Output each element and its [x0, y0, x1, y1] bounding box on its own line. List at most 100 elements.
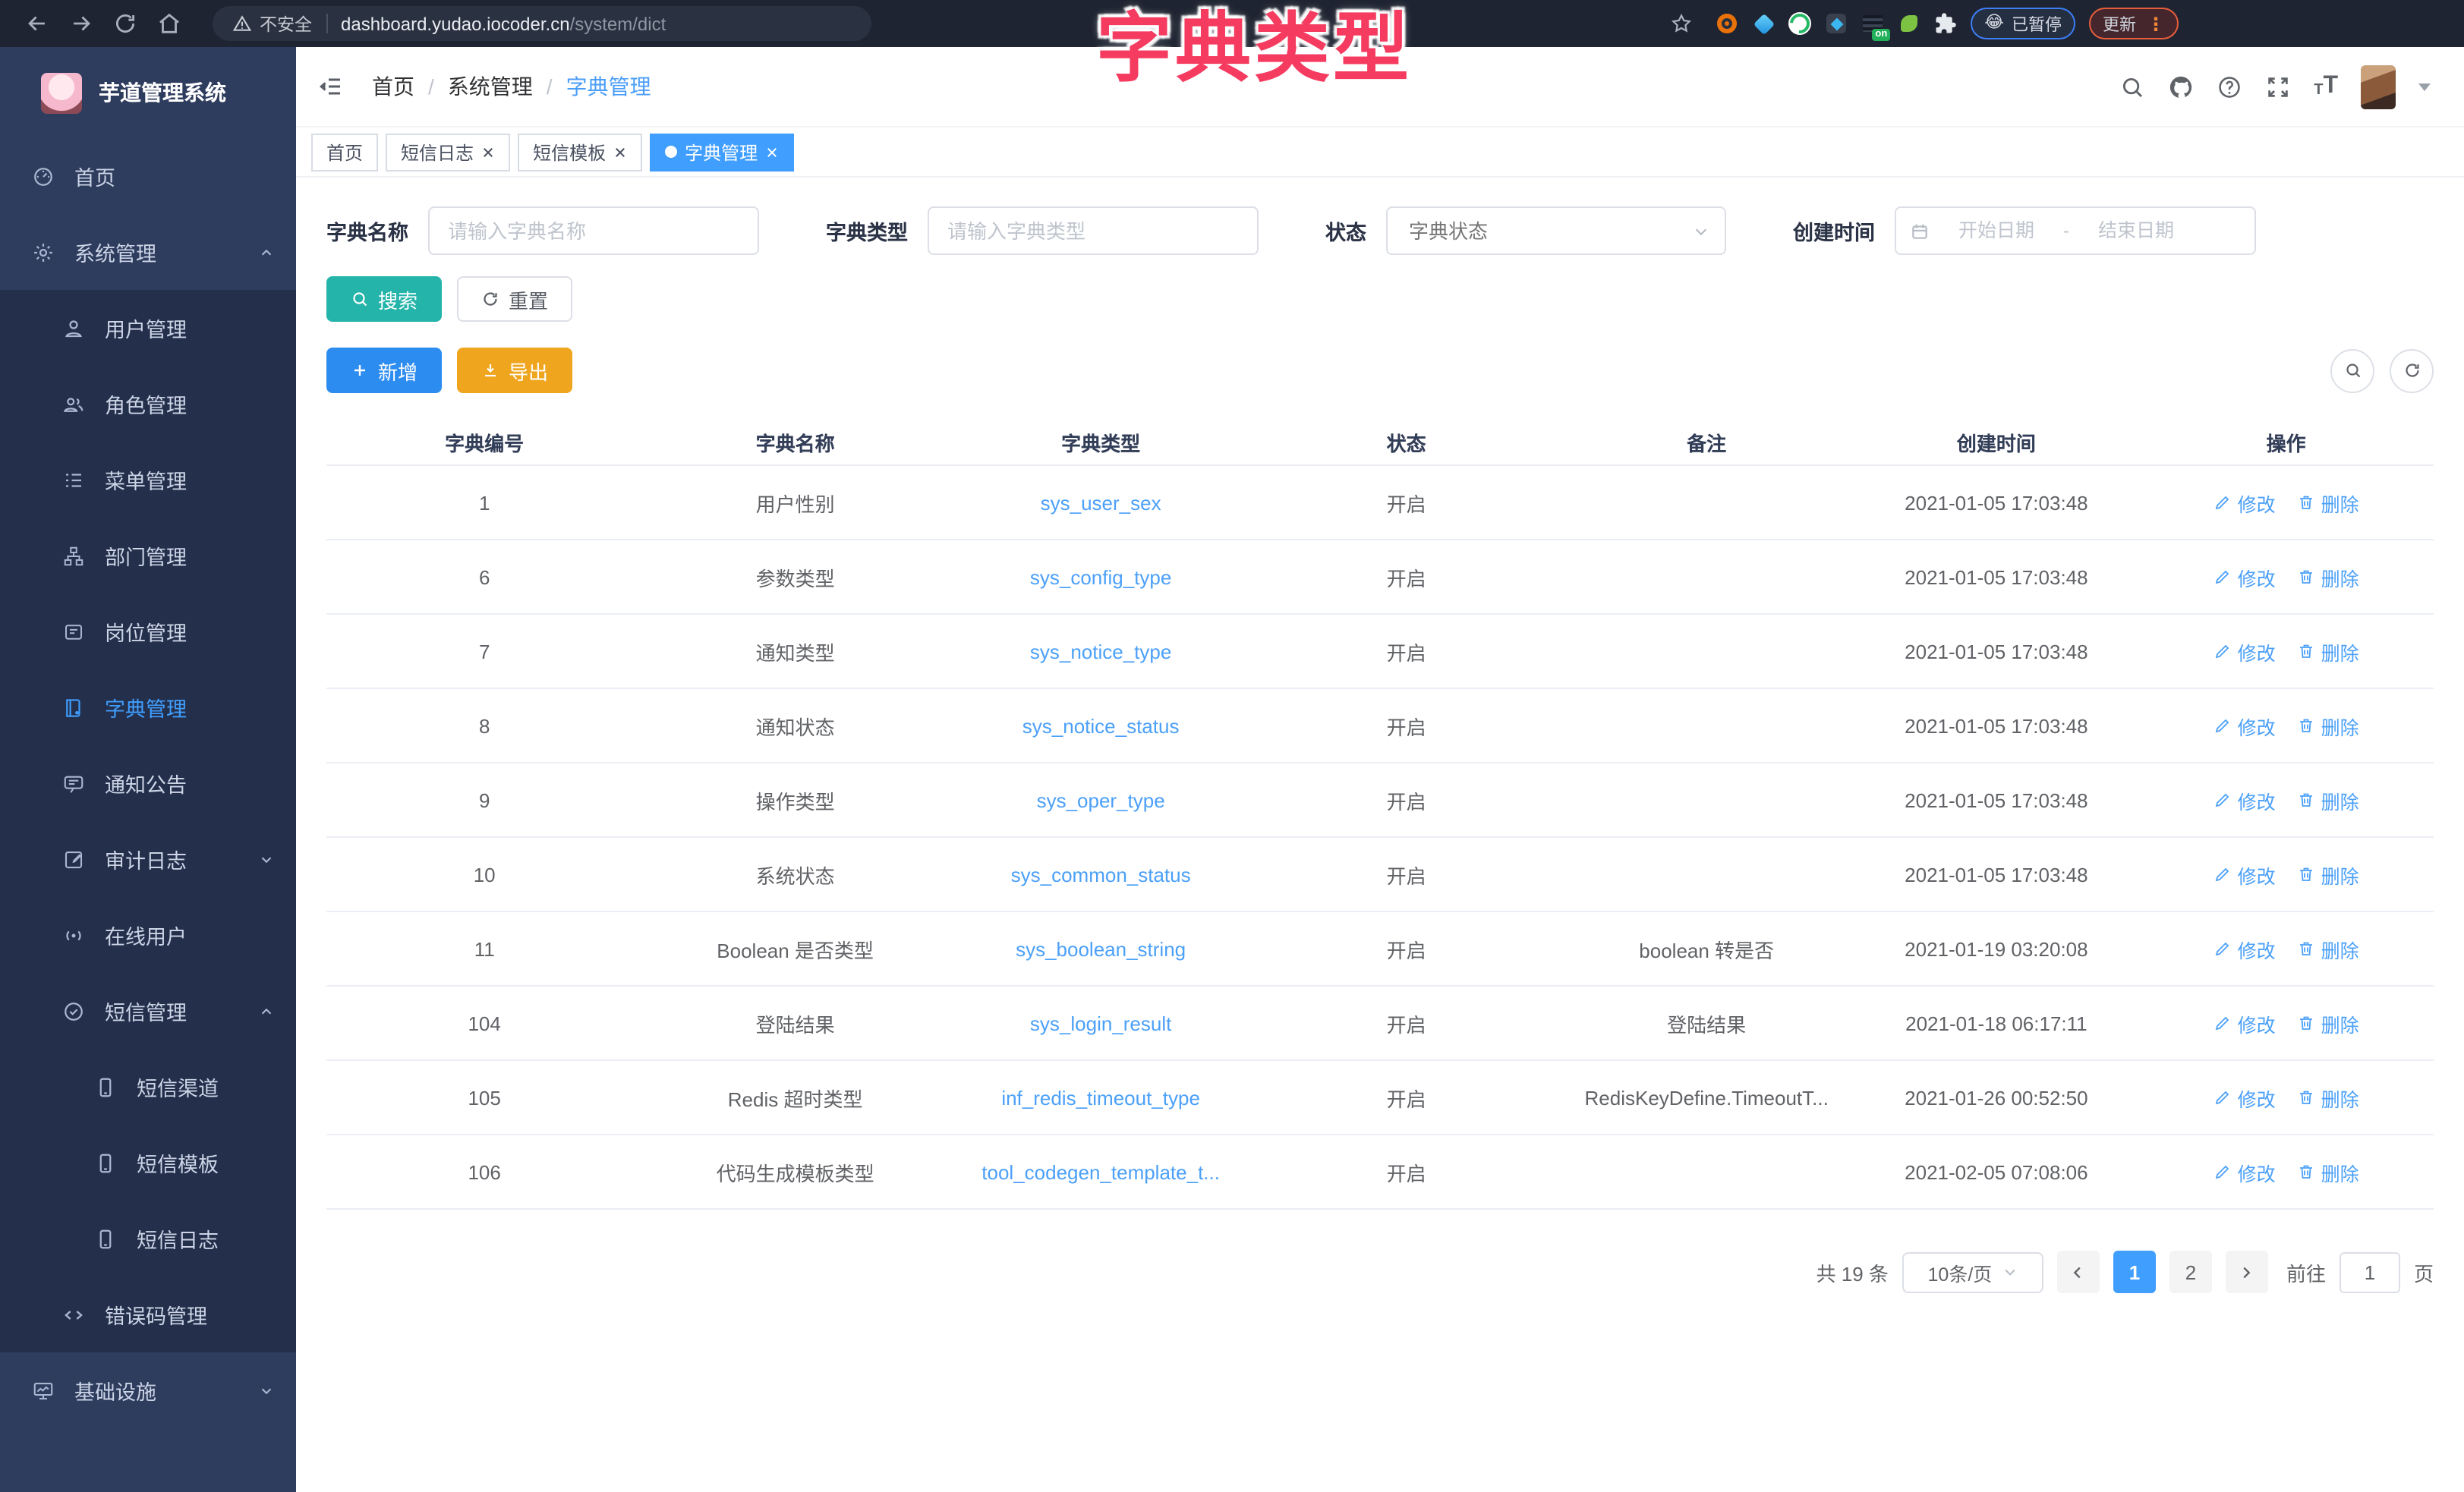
dict-type-link[interactable]: sys_boolean_string [1016, 937, 1186, 960]
browser-home-icon[interactable] [156, 11, 182, 36]
sidebar-item-audit-log[interactable]: 审计日志 [0, 821, 296, 897]
edit-link[interactable]: 修改 [2214, 785, 2276, 814]
date-end-input[interactable] [2078, 219, 2194, 243]
extensions-puzzle-icon[interactable] [1934, 12, 1957, 35]
dict-type-link[interactable]: sys_notice_status [1022, 714, 1180, 737]
breadcrumb-home[interactable]: 首页 [372, 71, 414, 102]
fullscreen-icon[interactable] [2265, 74, 2291, 99]
page-button-1[interactable]: 1 [2113, 1251, 2156, 1293]
browser-menu-icon[interactable]: ⋮ [2147, 14, 2165, 33]
sidebar-item-users[interactable]: 角色管理 [0, 366, 296, 442]
date-range-picker[interactable]: - [1895, 206, 2256, 255]
status-select[interactable] [1386, 206, 1726, 255]
edit-link[interactable]: 修改 [2214, 488, 2276, 517]
prev-page-button[interactable] [2057, 1251, 2100, 1293]
delete-link[interactable]: 删除 [2297, 637, 2359, 666]
sidebar-item-sms-check[interactable]: 短信管理 [0, 973, 296, 1049]
close-icon [613, 145, 627, 159]
delete-link[interactable]: 删除 [2297, 1083, 2359, 1112]
page-button-2[interactable]: 2 [2169, 1251, 2212, 1293]
extension-leaf-icon[interactable] [1898, 12, 1920, 35]
bookmark-star-icon[interactable] [1670, 12, 1693, 35]
search-icon[interactable] [2119, 74, 2145, 99]
sidebar-item-post-badge[interactable]: 岗位管理 [0, 593, 296, 669]
extension-translate-icon[interactable] [1788, 12, 1811, 35]
sidebar-item-dict-book[interactable]: 字典管理 [0, 669, 296, 745]
breadcrumb-system[interactable]: 系统管理 [448, 71, 533, 102]
profile-paused-badge[interactable]: 😂 已暂停 [1971, 8, 2075, 39]
delete-link[interactable]: 删除 [2297, 860, 2359, 889]
delete-link[interactable]: 删除 [2297, 1009, 2359, 1037]
sidebar-item-user[interactable]: 用户管理 [0, 290, 296, 366]
sidebar-item-dashboard[interactable]: 首页 [0, 138, 296, 214]
app-logo-row[interactable]: 芋道管理系统 [0, 47, 296, 138]
sidebar-item-menu-list[interactable]: 菜单管理 [0, 442, 296, 518]
dict-name-input[interactable] [428, 206, 759, 255]
browser-reload-icon[interactable] [112, 11, 138, 36]
extension-gem-icon[interactable] [1752, 12, 1775, 35]
browser-forward-icon[interactable] [68, 11, 94, 36]
sidebar-item-code[interactable]: 错误码管理 [0, 1276, 296, 1352]
security-warning-icon [232, 14, 252, 33]
extension-proxy-icon[interactable]: on [1861, 12, 1884, 35]
delete-link[interactable]: 删除 [2297, 934, 2359, 963]
tab-0[interactable]: 首页 [311, 133, 378, 171]
edit-link[interactable]: 修改 [2214, 1157, 2276, 1186]
refresh-table-button[interactable] [2390, 348, 2434, 392]
dict-type-link[interactable]: sys_config_type [1030, 565, 1171, 588]
tab-2[interactable]: 短信模板 [518, 133, 642, 171]
reset-button[interactable]: 重置 [457, 276, 572, 322]
dict-type-link[interactable]: sys_notice_type [1030, 640, 1171, 663]
tab-1[interactable]: 短信日志 [386, 133, 510, 171]
help-icon[interactable] [2217, 74, 2242, 99]
search-button[interactable]: 搜索 [326, 276, 442, 322]
address-bar[interactable]: 不安全 dashboard.yudao.iocoder.cn /system/d… [213, 6, 871, 41]
export-button[interactable]: 导出 [457, 348, 572, 393]
next-page-button[interactable] [2226, 1251, 2268, 1293]
edit-link[interactable]: 修改 [2214, 1009, 2276, 1037]
dict-type-link[interactable]: sys_common_status [1011, 863, 1191, 886]
tab-3[interactable]: 字典管理 [650, 133, 794, 171]
sidebar-item-gear[interactable]: 系统管理 [0, 214, 296, 290]
dict-type-link[interactable]: tool_codegen_template_t... [982, 1160, 1220, 1183]
sidebar-item-phone[interactable]: 短信日志 [0, 1201, 296, 1276]
github-icon[interactable] [2168, 74, 2194, 99]
edit-link[interactable]: 修改 [2214, 637, 2276, 666]
browser-back-icon[interactable] [24, 11, 50, 36]
page-size-select[interactable]: 10条/页 [1902, 1251, 2043, 1292]
delete-link[interactable]: 删除 [2297, 785, 2359, 814]
dict-type-input[interactable] [928, 206, 1259, 255]
collapse-menu-icon[interactable] [317, 73, 345, 100]
dict-type-link[interactable]: sys_login_result [1030, 1012, 1171, 1034]
edit-link[interactable]: 修改 [2214, 860, 2276, 889]
delete-link[interactable]: 删除 [2297, 562, 2359, 591]
sidebar-item-phone[interactable]: 短信渠道 [0, 1049, 296, 1125]
edit-link[interactable]: 修改 [2214, 711, 2276, 740]
sidebar-item-notice-bubble[interactable]: 通知公告 [0, 745, 296, 821]
chrome-update-button[interactable]: 更新 ⋮ [2089, 8, 2179, 39]
edit-link[interactable]: 修改 [2214, 934, 2276, 963]
dict-type-label: 字典类型 [826, 216, 908, 246]
goto-page-input[interactable] [2340, 1251, 2400, 1292]
sidebar-item-online-user[interactable]: 在线用户 [0, 897, 296, 973]
user-avatar[interactable] [2361, 65, 2396, 109]
add-button[interactable]: 新增 [326, 348, 442, 393]
dict-type-link[interactable]: sys_oper_type [1037, 788, 1165, 811]
extension-dark-icon[interactable] [1825, 12, 1848, 35]
sidebar-item-monitor[interactable]: 基础设施 [0, 1352, 296, 1428]
user-menu-caret-icon[interactable] [2418, 83, 2431, 90]
hide-search-button[interactable] [2330, 348, 2374, 392]
delete-link[interactable]: 删除 [2297, 711, 2359, 740]
sidebar-item-phone[interactable]: 短信模板 [0, 1125, 296, 1201]
font-size-icon[interactable]: TT [2314, 74, 2338, 99]
browser-extensions-area: on 😂 已暂停 更新 ⋮ [1661, 8, 2179, 39]
dict-type-link[interactable]: sys_user_sex [1041, 491, 1161, 514]
extension-orange-icon[interactable] [1716, 12, 1738, 35]
delete-link[interactable]: 删除 [2297, 1157, 2359, 1186]
edit-link[interactable]: 修改 [2214, 562, 2276, 591]
edit-link[interactable]: 修改 [2214, 1083, 2276, 1112]
delete-link[interactable]: 删除 [2297, 488, 2359, 517]
dict-type-link[interactable]: inf_redis_timeout_type [1001, 1086, 1200, 1109]
date-start-input[interactable] [1939, 219, 2054, 243]
sidebar-item-org-tree[interactable]: 部门管理 [0, 518, 296, 593]
